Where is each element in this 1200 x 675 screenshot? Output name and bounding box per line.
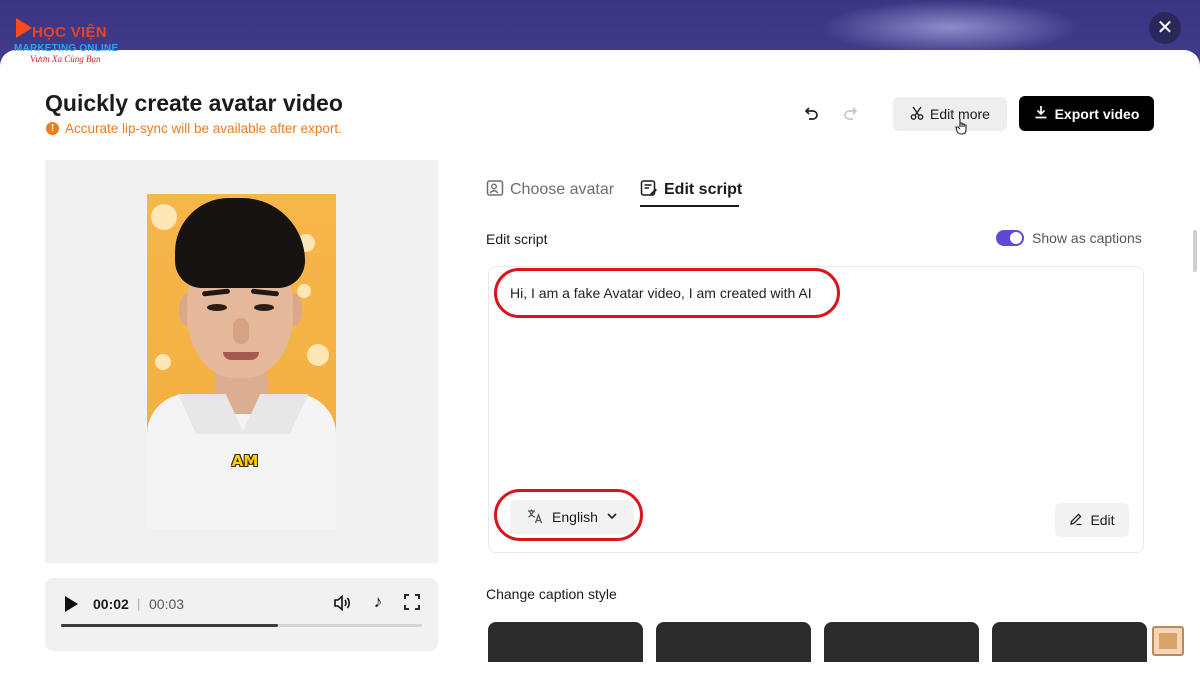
avatar-tab-icon	[486, 179, 504, 202]
logo-subtitle: MARKETING ONLINE	[14, 43, 119, 54]
tab-choose-avatar-label: Choose avatar	[510, 181, 615, 198]
edit-label: Edit	[1090, 512, 1115, 528]
avatar-video-modal: Quickly create avatar video ! Accurate l…	[0, 50, 1200, 675]
show-captions-label: Show as captions	[1032, 230, 1142, 246]
export-video-button[interactable]: Export video	[1019, 96, 1154, 131]
bokeh-light	[307, 344, 329, 366]
play-icon[interactable]	[63, 595, 79, 613]
edit-script-button[interactable]: Edit	[1055, 503, 1129, 537]
mouse-cursor-icon	[955, 118, 969, 141]
avatar-nose	[233, 318, 249, 344]
active-tab-indicator	[640, 205, 739, 207]
corner-overlay-thumbnail	[1152, 626, 1184, 656]
scissors-icon	[910, 106, 924, 123]
notice-text: Accurate lip-sync will be available afte…	[65, 121, 342, 136]
redo-icon[interactable]	[840, 105, 862, 127]
video-preview: AM	[45, 160, 438, 563]
volume-icon[interactable]	[332, 593, 352, 613]
language-highlight-annotation	[494, 489, 643, 541]
warning-icon: !	[46, 122, 59, 135]
avatar-eye	[207, 304, 227, 311]
bokeh-light	[151, 204, 177, 230]
playback-progress-fill	[61, 624, 278, 627]
edit-more-button[interactable]: Edit more	[893, 97, 1007, 131]
caption-style-option[interactable]	[824, 622, 979, 662]
logo-title: HỌC VIỆN	[32, 24, 107, 41]
caption-style-option[interactable]	[656, 622, 811, 662]
caption-style-option[interactable]	[488, 622, 643, 662]
tiktok-icon[interactable]: ♪	[368, 592, 388, 612]
logo-slogan: Vươn Xa Cùng Bạn	[30, 54, 101, 64]
download-icon	[1034, 105, 1048, 122]
page-title: Quickly create avatar video	[45, 90, 343, 116]
avatar-image: AM	[147, 194, 336, 529]
edit-script-heading: Edit script	[486, 231, 548, 247]
caption-style-option[interactable]	[992, 622, 1147, 662]
caption-style-heading: Change caption style	[486, 586, 617, 602]
export-video-label: Export video	[1054, 105, 1140, 122]
show-captions-toggle[interactable]	[996, 230, 1024, 246]
time-separator: |	[137, 596, 141, 611]
avatar-eye	[254, 304, 274, 311]
panel-scrollbar[interactable]	[1193, 230, 1197, 272]
video-player-controls: 00:02 | 00:03 ♪	[45, 578, 438, 651]
close-button[interactable]: ✕	[1149, 12, 1181, 44]
close-icon: ✕	[1156, 17, 1174, 39]
playback-progress-bar[interactable]	[61, 624, 422, 627]
bokeh-light	[155, 354, 171, 370]
tab-choose-avatar[interactable]: Choose avatar	[486, 174, 614, 206]
script-text-highlight-annotation	[494, 268, 840, 318]
undo-icon[interactable]	[800, 105, 822, 127]
fullscreen-icon[interactable]	[403, 593, 421, 611]
script-tab-icon	[640, 179, 658, 202]
avatar-mouth	[223, 352, 259, 360]
lip-sync-notice: ! Accurate lip-sync will be available af…	[46, 121, 342, 136]
watermark-logo: HỌC VIỆN MARKETING ONLINE Vươn Xa Cùng B…	[10, 18, 130, 64]
tab-edit-script-label: Edit script	[664, 181, 743, 198]
logo-play-mark	[16, 18, 32, 38]
bokeh-light	[297, 284, 311, 298]
tab-edit-script[interactable]: Edit script	[640, 174, 742, 206]
script-editor[interactable]: Hi, I am a fake Avatar video, I am creat…	[488, 266, 1144, 553]
show-captions-control: Show as captions	[996, 230, 1142, 246]
video-caption-overlay: AM	[231, 452, 259, 470]
total-time: 00:03	[149, 596, 185, 612]
backdrop-glow	[820, 0, 1080, 55]
current-time: 00:02	[93, 596, 129, 612]
avatar-hair	[175, 198, 305, 288]
pencil-icon	[1069, 512, 1083, 529]
